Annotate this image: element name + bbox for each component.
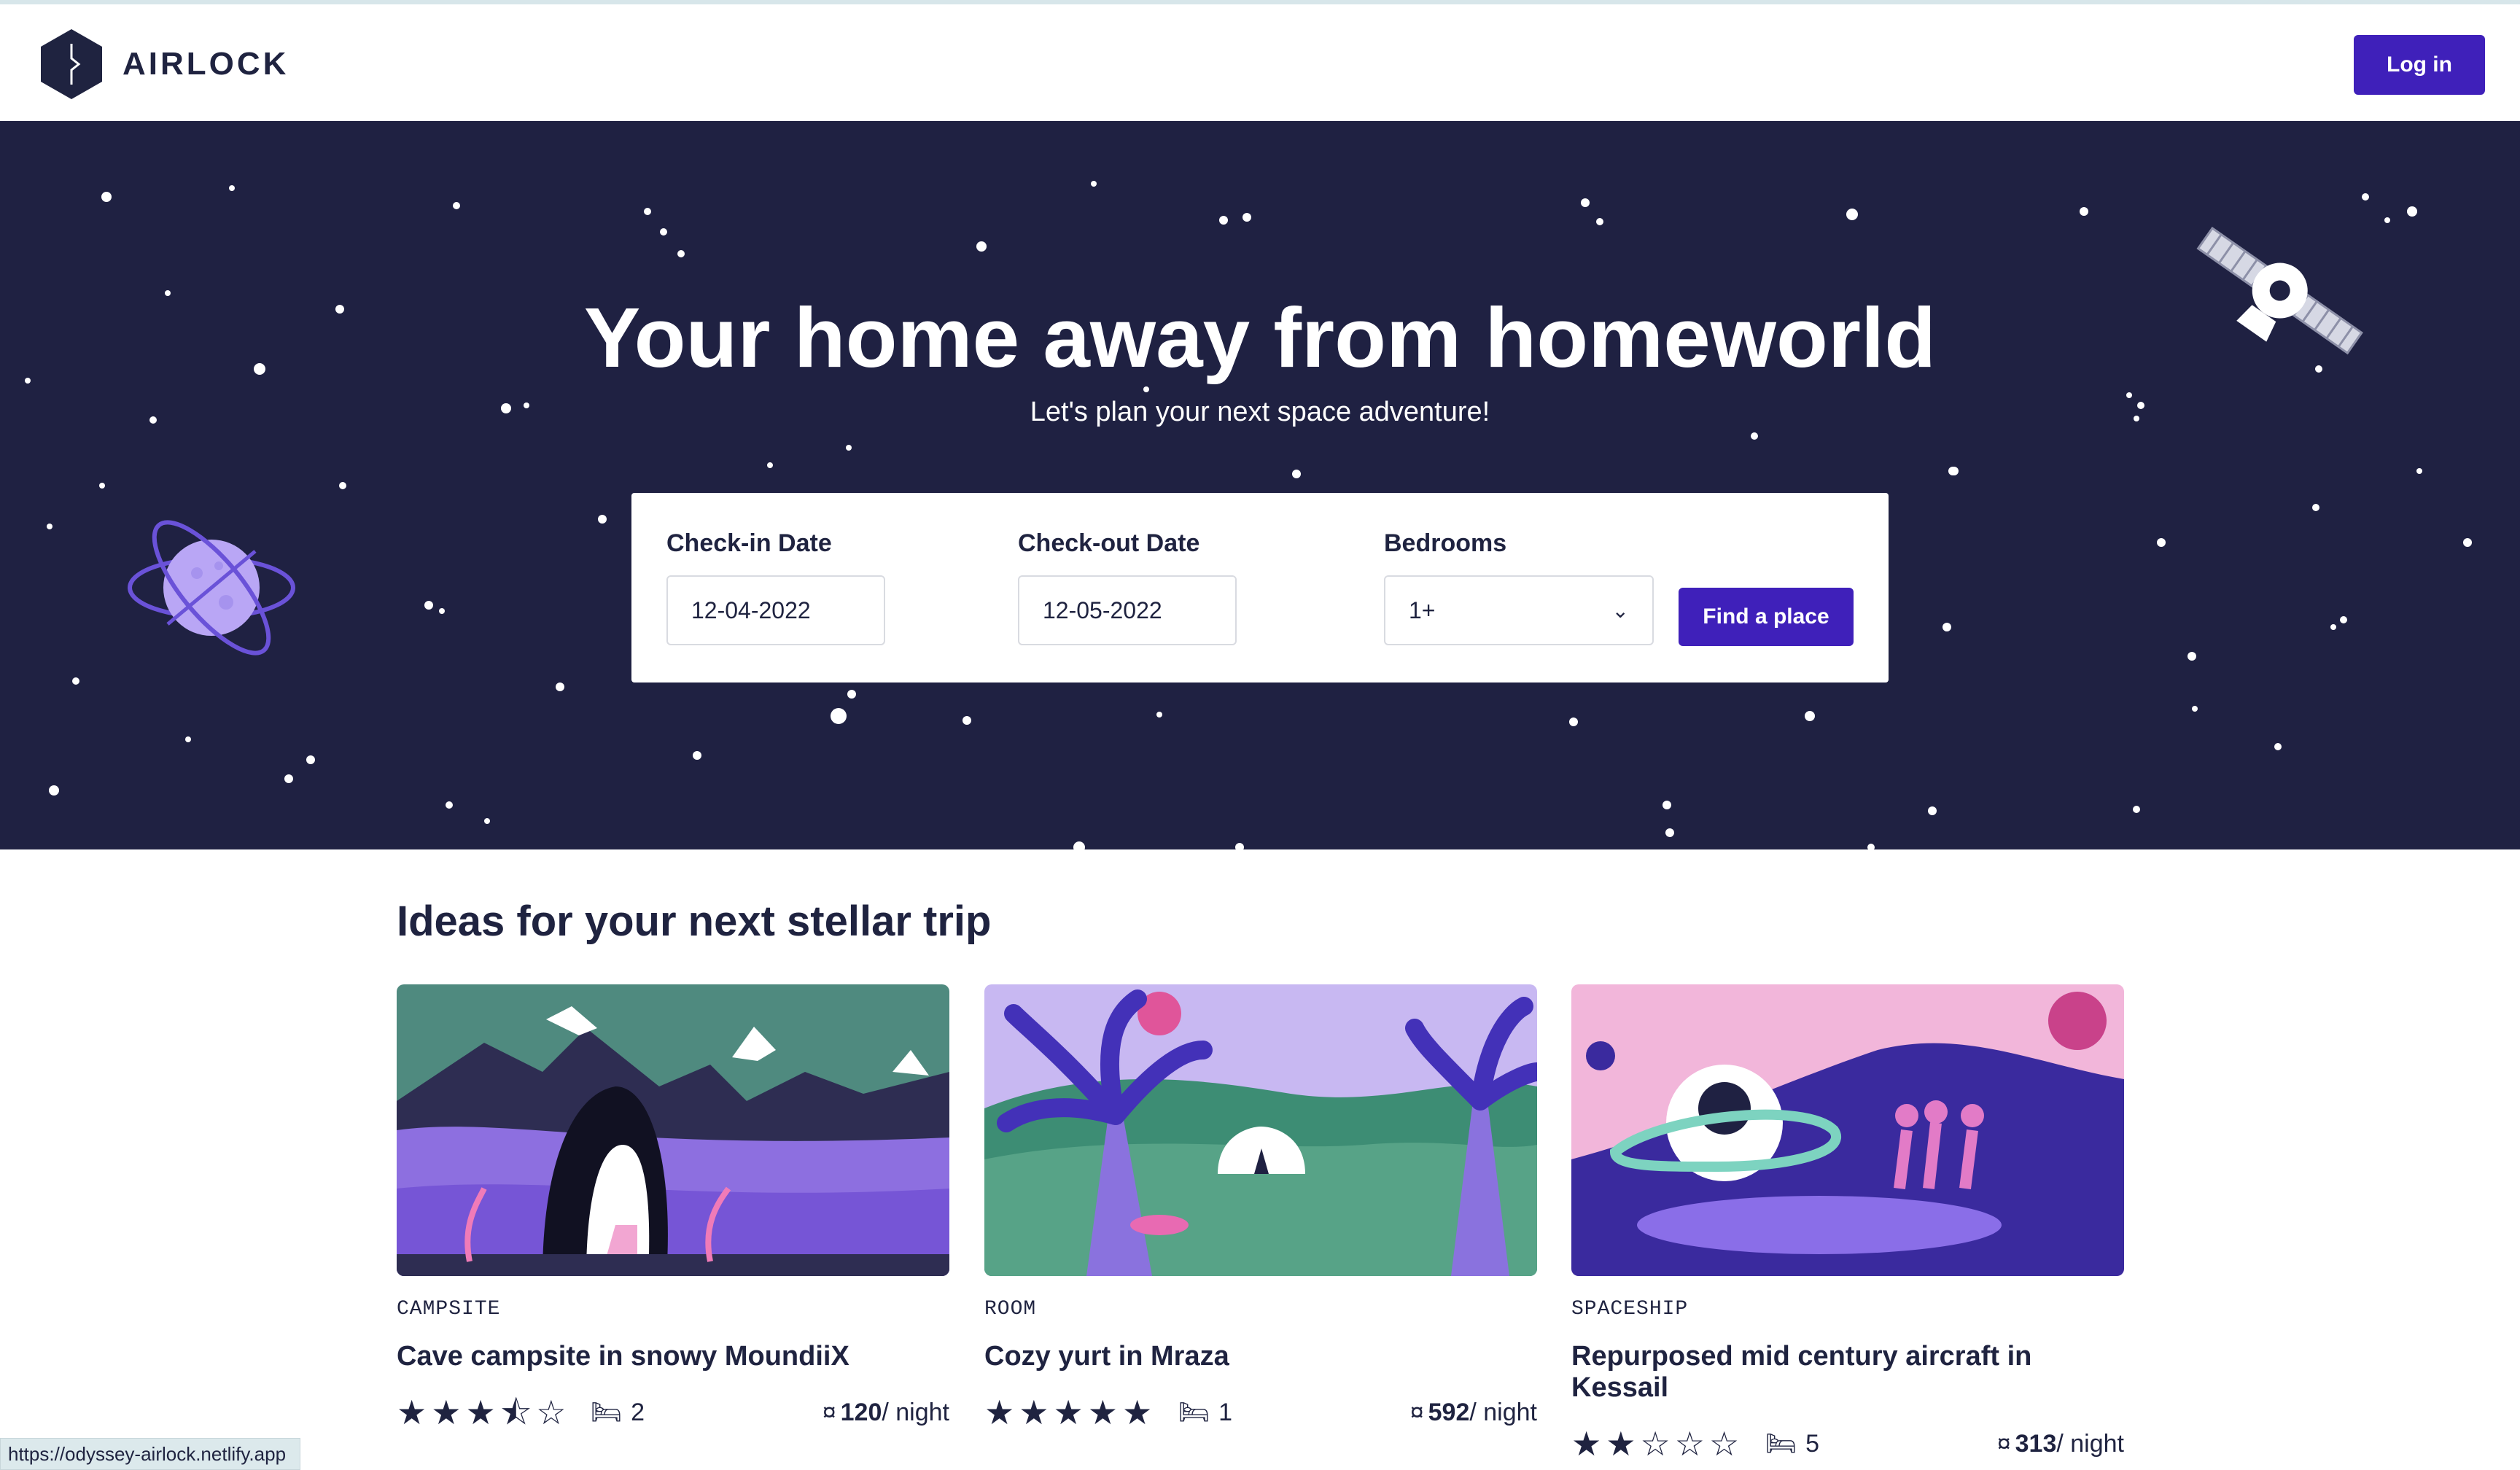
listing-type: CAMPSITE xyxy=(397,1298,501,1321)
beds-count: 2 xyxy=(631,1398,645,1426)
listing-title[interactable]: Cozy yurt in Mraza xyxy=(984,1341,1537,1372)
currency-icon: ¤ xyxy=(822,1398,836,1426)
listing-type: ROOM xyxy=(984,1298,1037,1321)
top-nav: AIRLOCK Log in xyxy=(0,4,2520,121)
rating-stars: ★★★★★ xyxy=(984,1393,1157,1431)
price-value: 592 xyxy=(1428,1398,1470,1426)
listing-meta: ★★★⯪☆ 🛏 2 ¤ 120/ night xyxy=(397,1394,949,1431)
price-unit: / night xyxy=(882,1398,949,1426)
hero-subtitle: Let's plan your next space adventure! xyxy=(1030,397,1490,427)
yurt-illustration xyxy=(984,984,1537,1276)
status-bar-url: https://odyssey-airlock.netlify.app xyxy=(0,1438,300,1470)
beds-count: 1 xyxy=(1218,1398,1233,1426)
price-unit: / night xyxy=(1469,1398,1537,1426)
bed-icon: 🛏 xyxy=(1178,1399,1210,1426)
planet-decoration xyxy=(128,520,295,656)
hero-title: Your home away from homeworld xyxy=(583,290,1937,385)
starfield-decoration xyxy=(25,181,2472,849)
listing-image-room[interactable] xyxy=(984,984,1537,1276)
spaceship-illustration xyxy=(1571,984,2124,1276)
checkin-field: Check-in Date 12-04-2022 xyxy=(666,529,885,645)
search-form: Check-in Date 12-04-2022 Check-out Date … xyxy=(631,493,1889,682)
beds-count: 5 xyxy=(1805,1429,1820,1458)
bed-icon: 🛏 xyxy=(1765,1430,1797,1458)
rating-stars: ★★☆☆☆ xyxy=(1571,1425,1744,1463)
checkout-input[interactable]: 12-05-2022 xyxy=(1018,575,1237,645)
beds-info: 🛏 2 xyxy=(591,1394,645,1431)
price-value: 120 xyxy=(840,1398,882,1426)
price-value: 313 xyxy=(2015,1429,2057,1458)
currency-icon: ¤ xyxy=(1996,1429,2011,1458)
listing-type: SPACESHIP xyxy=(1571,1298,1689,1321)
section-heading: Ideas for your next stellar trip xyxy=(397,898,992,945)
listing-card[interactable]: ROOM Cozy yurt in Mraza ★★★★★ 🛏 1 ¤ 592/ … xyxy=(984,984,1537,1431)
airlock-logo-icon xyxy=(41,29,102,99)
checkout-label: Check-out Date xyxy=(1018,529,1200,557)
listing-meta: ★★★★★ 🛏 1 ¤ 592/ night xyxy=(984,1394,1537,1431)
hero-banner: Your home away from homeworld Let's plan… xyxy=(0,121,2520,849)
beds-info: 🛏 5 xyxy=(1765,1426,1819,1462)
bedrooms-value: 1+ xyxy=(1409,596,1436,623)
listing-title[interactable]: Cave campsite in snowy MoundiiX xyxy=(397,1341,949,1372)
price: ¤ 592/ night xyxy=(1410,1394,1537,1431)
rating-stars: ★★★⯪☆ xyxy=(397,1393,571,1431)
cave-illustration xyxy=(397,984,949,1276)
chevron-down-icon: ⌄ xyxy=(1611,599,1629,622)
logo[interactable]: AIRLOCK xyxy=(38,26,289,102)
listing-image-spaceship[interactable] xyxy=(1571,984,2124,1276)
checkin-input[interactable]: 12-04-2022 xyxy=(666,575,885,645)
bed-icon: 🛏 xyxy=(591,1399,623,1426)
price-unit: / night xyxy=(2056,1429,2124,1458)
listing-card[interactable]: SPACESHIP Repurposed mid century aircraf… xyxy=(1571,984,2124,1462)
checkin-label: Check-in Date xyxy=(666,529,832,557)
listing-title[interactable]: Repurposed mid century aircraft in Kessa… xyxy=(1571,1341,2124,1404)
price: ¤ 313/ night xyxy=(1997,1426,2124,1462)
listing-card[interactable]: CAMPSITE Cave campsite in snowy MoundiiX… xyxy=(397,984,949,1431)
find-place-button[interactable]: Find a place xyxy=(1679,588,1854,646)
checkout-field: Check-out Date 12-05-2022 xyxy=(1018,529,1237,645)
listing-meta: ★★☆☆☆ 🛏 5 ¤ 313/ night xyxy=(1571,1426,2124,1462)
listing-image-campsite[interactable] xyxy=(397,984,949,1276)
bedrooms-field: Bedrooms 1+ ⌄ xyxy=(1384,529,1654,645)
brand-name: AIRLOCK xyxy=(122,46,289,82)
login-button[interactable]: Log in xyxy=(2354,35,2485,95)
bedrooms-label: Bedrooms xyxy=(1384,529,1507,557)
bedrooms-select[interactable]: 1+ ⌄ xyxy=(1384,575,1654,645)
beds-info: 🛏 1 xyxy=(1178,1394,1232,1431)
price: ¤ 120/ night xyxy=(822,1394,949,1431)
currency-icon: ¤ xyxy=(1409,1398,1424,1426)
